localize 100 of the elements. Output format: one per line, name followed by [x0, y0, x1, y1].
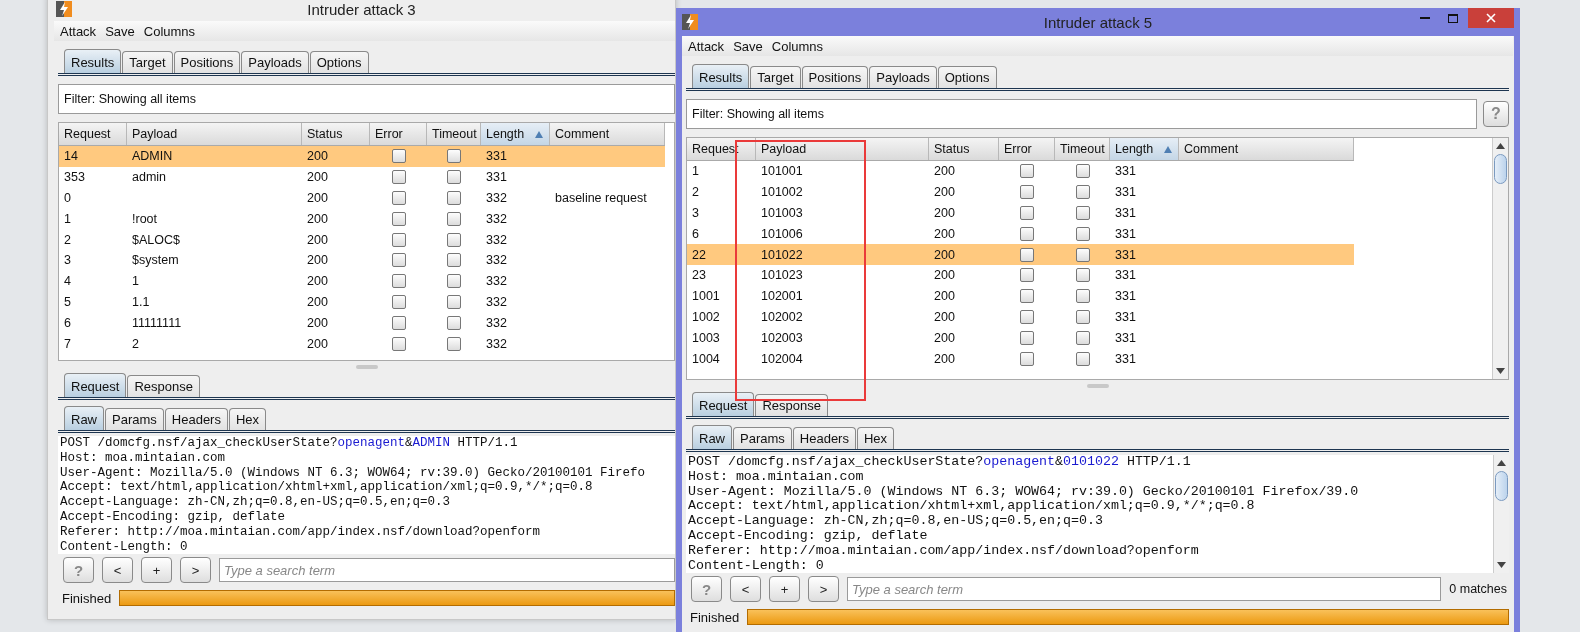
- checkbox[interactable]: [447, 191, 461, 205]
- table-row[interactable]: 6 101006 200 331: [687, 223, 1354, 245]
- menu-item[interactable]: Columns: [771, 38, 824, 54]
- checkbox[interactable]: [447, 253, 461, 268]
- vertical-scrollbar[interactable]: [1492, 138, 1508, 379]
- table-row[interactable]: 1001 102001 200 331: [687, 285, 1354, 307]
- request-editor[interactable]: [686, 455, 1509, 573]
- column-header[interactable]: Length: [481, 123, 550, 145]
- column-header[interactable]: Request: [59, 123, 127, 145]
- checkbox[interactable]: [1020, 330, 1034, 345]
- checkbox[interactable]: [1020, 226, 1034, 241]
- checkbox[interactable]: [447, 232, 461, 247]
- splitter-handle[interactable]: [1086, 384, 1109, 388]
- table-row[interactable]: 4 1 200 332: [59, 270, 665, 292]
- tab[interactable]: Raw: [692, 425, 732, 449]
- checkbox[interactable]: [391, 253, 406, 268]
- checkbox[interactable]: [1075, 330, 1090, 345]
- column-header[interactable]: Status: [302, 123, 370, 145]
- previous-button[interactable]: <: [730, 576, 761, 602]
- previous-button[interactable]: <: [102, 557, 133, 583]
- checkbox[interactable]: [447, 315, 461, 330]
- checkbox[interactable]: [447, 170, 461, 185]
- checkbox[interactable]: [391, 336, 406, 351]
- scrollbar-thumb[interactable]: [1494, 154, 1507, 184]
- checkbox[interactable]: [447, 294, 461, 309]
- checkbox[interactable]: [391, 232, 406, 247]
- checkbox[interactable]: [1020, 206, 1034, 220]
- table-row[interactable]: 1002 102002 200 331: [687, 306, 1354, 328]
- column-header[interactable]: Status: [929, 138, 999, 160]
- search-field[interactable]: Type a search term: [219, 558, 675, 582]
- checkbox[interactable]: [1020, 247, 1034, 262]
- add-button[interactable]: +: [141, 557, 172, 583]
- checkbox[interactable]: [447, 211, 461, 226]
- splitter-handle[interactable]: [355, 365, 378, 369]
- checkbox[interactable]: [391, 149, 406, 164]
- search-field[interactable]: Type a search term: [847, 577, 1442, 601]
- tab[interactable]: Target: [122, 51, 173, 73]
- table-row[interactable]: 3 $system 200 332: [59, 250, 665, 271]
- tab[interactable]: Request: [64, 373, 127, 397]
- checkbox[interactable]: [1020, 185, 1034, 200]
- tab[interactable]: Results: [64, 49, 122, 73]
- tab[interactable]: Request: [692, 392, 755, 416]
- checkbox[interactable]: [1020, 164, 1034, 179]
- table-row[interactable]: 5 1.1 200 332: [59, 291, 665, 313]
- checkbox[interactable]: [447, 274, 461, 289]
- tab[interactable]: Target: [750, 66, 801, 88]
- column-header[interactable]: Error: [370, 123, 427, 145]
- checkbox[interactable]: [447, 336, 461, 351]
- column-header[interactable]: Comment: [1179, 138, 1354, 160]
- close-button[interactable]: [1468, 8, 1514, 28]
- column-header[interactable]: Length: [1110, 138, 1179, 160]
- checkbox[interactable]: [1075, 206, 1090, 220]
- table-row[interactable]: 14 ADMIN 200 331: [59, 146, 665, 167]
- next-button[interactable]: >: [808, 576, 839, 602]
- checkbox[interactable]: [447, 149, 461, 164]
- checkbox[interactable]: [391, 191, 406, 205]
- checkbox[interactable]: [1075, 289, 1090, 304]
- checkbox[interactable]: [1075, 226, 1090, 241]
- tab[interactable]: Params: [733, 427, 792, 449]
- checkbox[interactable]: [391, 294, 406, 309]
- request-editor[interactable]: [58, 436, 675, 554]
- filter-bar[interactable]: Filter: Showing all items: [686, 99, 1477, 129]
- tab[interactable]: Positions: [173, 51, 241, 73]
- checkbox[interactable]: [1075, 164, 1090, 179]
- checkbox[interactable]: [1075, 247, 1090, 262]
- checkbox[interactable]: [1075, 351, 1090, 366]
- table-row[interactable]: 0 200 332 baseline request: [59, 187, 665, 209]
- column-header[interactable]: Comment: [550, 123, 665, 145]
- tab[interactable]: Raw: [64, 406, 104, 430]
- checkbox[interactable]: [1020, 309, 1034, 324]
- table-row[interactable]: 353 admin 200 331: [59, 166, 665, 188]
- column-header[interactable]: Error: [999, 138, 1055, 160]
- table-row[interactable]: 1 !root 200 332: [59, 208, 665, 230]
- table-row[interactable]: 3 101003 200 331: [687, 202, 1354, 224]
- table-row[interactable]: 23 101023 200 331: [687, 265, 1354, 286]
- table-row[interactable]: 2 $ALOC$ 200 332: [59, 229, 665, 250]
- tab[interactable]: Payloads: [869, 66, 937, 88]
- menu-item[interactable]: Attack: [60, 23, 97, 39]
- menu-item[interactable]: Save: [733, 38, 763, 54]
- add-button[interactable]: +: [769, 576, 800, 602]
- column-header[interactable]: Payload: [127, 123, 302, 145]
- checkbox[interactable]: [1020, 351, 1034, 366]
- tab[interactable]: Results: [692, 64, 750, 88]
- table-row[interactable]: 1 101001 200 331: [687, 161, 1354, 182]
- tab[interactable]: Response: [127, 375, 200, 397]
- checkbox[interactable]: [391, 274, 406, 289]
- tab[interactable]: Params: [105, 408, 164, 430]
- menu-item[interactable]: Save: [105, 23, 135, 39]
- tab[interactable]: Payloads: [241, 51, 309, 73]
- tab[interactable]: Options: [937, 66, 997, 88]
- checkbox[interactable]: [1075, 185, 1090, 200]
- scrollbar-thumb[interactable]: [1495, 471, 1508, 501]
- tab[interactable]: Options: [309, 51, 369, 73]
- table-row[interactable]: 6 11111111 200 332: [59, 312, 665, 334]
- tab[interactable]: Response: [755, 394, 828, 416]
- table-row[interactable]: 1003 102003 200 331: [687, 327, 1354, 349]
- table-row[interactable]: 7 2 200 332: [59, 333, 665, 354]
- tab[interactable]: Positions: [801, 66, 869, 88]
- tab[interactable]: Headers: [792, 427, 856, 449]
- checkbox[interactable]: [391, 211, 406, 226]
